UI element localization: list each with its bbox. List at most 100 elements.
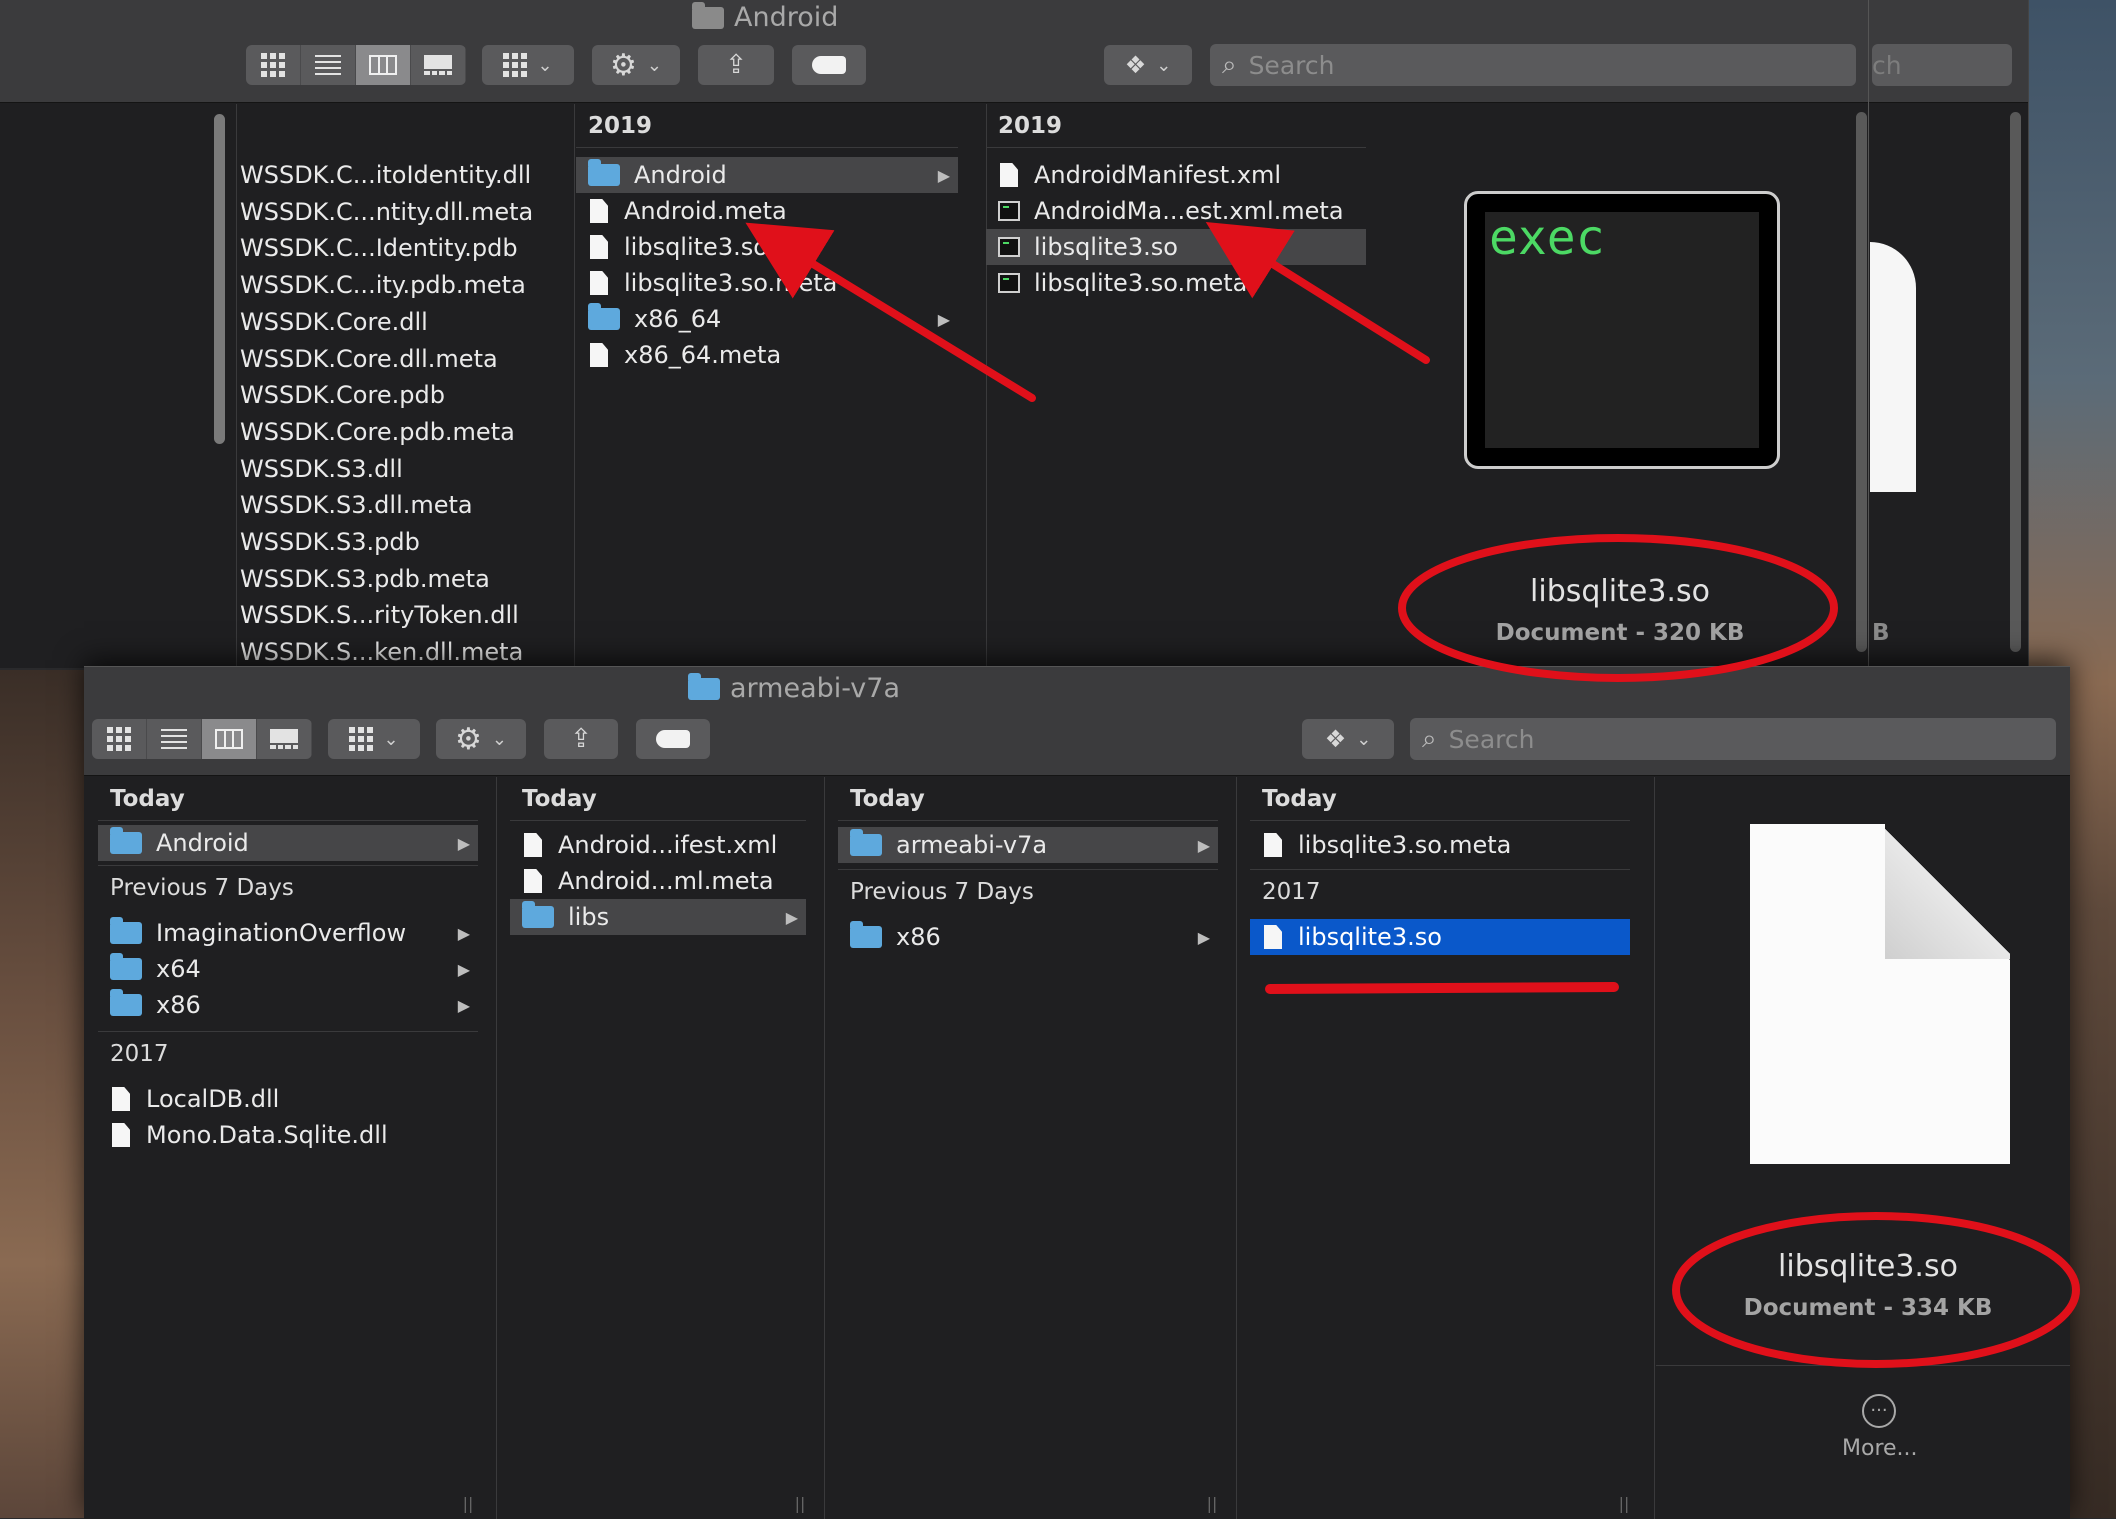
preview-scrollbar[interactable] bbox=[1856, 112, 1867, 652]
tags-button[interactable] bbox=[792, 45, 866, 85]
folder-row[interactable]: x86 ▶ bbox=[838, 919, 1218, 955]
document-icon bbox=[590, 235, 608, 259]
action-button[interactable]: ⚙ ⌄ bbox=[592, 45, 680, 85]
column-divider bbox=[574, 104, 575, 668]
folder-row[interactable]: Android ▶ bbox=[98, 825, 478, 861]
file-row[interactable]: WSSDK.Core.pdb bbox=[236, 377, 546, 413]
file-row[interactable]: libsqlite3.so.meta bbox=[1250, 827, 1630, 863]
file-row[interactable]: libsqlite3.so bbox=[986, 229, 1366, 265]
file-row[interactable]: WSSDK.C...itoIdentity.dll bbox=[236, 157, 546, 193]
file-row[interactable]: WSSDK.S3.pdb.meta bbox=[236, 561, 546, 597]
disclosure-arrow-icon: ▶ bbox=[457, 959, 470, 979]
column-2: 2019 Android ▶ Android.meta libsqlite3.so li… bbox=[576, 104, 958, 668]
file-row[interactable]: WSSDK.S...rityToken.dll bbox=[236, 597, 546, 633]
file-row[interactable]: WSSDK.S3.pdb bbox=[236, 524, 546, 560]
group-separator bbox=[98, 865, 478, 866]
group-separator bbox=[98, 1031, 478, 1032]
row-label: WSSDK.Core.pdb bbox=[240, 381, 445, 410]
file-row[interactable]: libsqlite3.so.meta bbox=[576, 265, 958, 301]
column-resize-handle[interactable]: || bbox=[462, 1494, 474, 1513]
background-document-preview bbox=[1870, 242, 1916, 492]
view-mode-segmented[interactable] bbox=[246, 45, 466, 85]
file-row[interactable]: WSSDK.S...ken.dll.meta bbox=[236, 634, 546, 668]
more-button[interactable]: ··· More... bbox=[1842, 1394, 1918, 1461]
folder-icon bbox=[110, 953, 142, 980]
file-row[interactable]: x86_64.meta bbox=[576, 337, 958, 373]
dropbox-button[interactable]: ❖ ⌄ bbox=[1104, 45, 1192, 85]
column-divider bbox=[1236, 777, 1237, 1519]
file-row[interactable]: Mono.Data.Sqlite.dll bbox=[98, 1117, 478, 1153]
folder-row[interactable]: libs ▶ bbox=[510, 899, 806, 935]
file-row[interactable]: libsqlite3.so bbox=[576, 229, 958, 265]
file-row[interactable]: Android...ml.meta bbox=[510, 863, 806, 899]
exec-preview-icon: exec bbox=[1464, 191, 1780, 469]
gallery-view-icon[interactable] bbox=[411, 45, 466, 85]
row-label: libsqlite3.so bbox=[624, 233, 768, 261]
file-row[interactable]: libsqlite3.so.meta bbox=[986, 265, 1366, 301]
file-row[interactable]: WSSDK.S3.dll.meta bbox=[236, 487, 546, 523]
document-icon bbox=[590, 343, 608, 367]
group-by-button[interactable]: ⌄ bbox=[328, 719, 420, 759]
file-row[interactable]: Android...ifest.xml bbox=[510, 827, 806, 863]
window-title-text: armeabi-v7a bbox=[730, 673, 900, 704]
gallery-view-icon[interactable] bbox=[257, 719, 312, 759]
folder-row[interactable]: Android ▶ bbox=[576, 157, 958, 193]
folder-row[interactable]: x86_64 ▶ bbox=[576, 301, 958, 337]
tags-button[interactable] bbox=[636, 719, 710, 759]
search-field[interactable]: ⌕ bbox=[1410, 718, 2056, 760]
file-row[interactable]: WSSDK.C...Identity.pdb bbox=[236, 230, 546, 266]
row-label: WSSDK.C...Identity.pdb bbox=[240, 234, 518, 263]
icon-view-icon[interactable] bbox=[92, 719, 147, 759]
file-row[interactable]: AndroidMa...est.xml.meta bbox=[986, 193, 1366, 229]
sidebar-scrollbar[interactable] bbox=[214, 114, 225, 444]
row-label: x86 bbox=[156, 991, 201, 1019]
row-label: libsqlite3.so.meta bbox=[1034, 269, 1248, 297]
folder-row[interactable]: armeabi-v7a ▶ bbox=[838, 827, 1218, 863]
file-row[interactable]: AndroidManifest.xml bbox=[986, 157, 1366, 193]
background-window-search: ch bbox=[1872, 44, 2012, 86]
folder-row[interactable]: x86 ▶ bbox=[98, 987, 478, 1023]
column-resize-handle[interactable]: || bbox=[794, 1494, 806, 1513]
preview-file-name: libsqlite3.so bbox=[1530, 574, 1710, 609]
folder-icon bbox=[110, 917, 142, 944]
column-resize-handle[interactable]: || bbox=[1206, 1494, 1218, 1513]
tag-icon bbox=[812, 56, 846, 74]
view-mode-segmented[interactable] bbox=[92, 719, 312, 759]
column-view-icon[interactable] bbox=[356, 45, 411, 85]
document-icon bbox=[524, 833, 542, 857]
file-row[interactable]: WSSDK.S3.dll bbox=[236, 451, 546, 487]
file-row[interactable]: WSSDK.Core.pdb.meta bbox=[236, 414, 546, 450]
exec-label: exec bbox=[1489, 210, 1605, 266]
search-input[interactable] bbox=[1246, 49, 1758, 81]
file-row[interactable]: WSSDK.C...ity.pdb.meta bbox=[236, 267, 546, 303]
share-button[interactable]: ⇪ bbox=[698, 45, 774, 85]
file-row[interactable]: WSSDK.C...ntity.dll.meta bbox=[236, 194, 546, 230]
folder-icon bbox=[850, 921, 882, 948]
group-by-icon bbox=[349, 727, 374, 751]
disclosure-arrow-icon: ▶ bbox=[937, 165, 950, 185]
column-view-icon[interactable] bbox=[202, 719, 257, 759]
action-button[interactable]: ⚙ ⌄ bbox=[436, 719, 526, 759]
file-row[interactable]: LocalDB.dll bbox=[98, 1081, 478, 1117]
file-row[interactable]: Android.meta bbox=[576, 193, 958, 229]
icon-view-icon[interactable] bbox=[246, 45, 301, 85]
folder-row[interactable]: x64 ▶ bbox=[98, 951, 478, 987]
row-label: WSSDK.Core.dll.meta bbox=[240, 344, 498, 373]
file-row[interactable]: WSSDK.Core.dll.meta bbox=[236, 341, 546, 377]
search-field[interactable]: ⌕ bbox=[1210, 44, 1856, 86]
file-row[interactable]: WSSDK.Core.dll bbox=[236, 304, 546, 340]
dropbox-button[interactable]: ❖ ⌄ bbox=[1302, 719, 1394, 759]
column-resize-handle[interactable]: || bbox=[1618, 1494, 1630, 1513]
folder-row[interactable]: ImaginationOverflow ▶ bbox=[98, 915, 478, 951]
more-label: More... bbox=[1842, 1436, 1918, 1461]
list-view-icon[interactable] bbox=[147, 719, 202, 759]
file-row[interactable]: libsqlite3.so bbox=[1250, 919, 1630, 955]
row-label: WSSDK.S3.pdb.meta bbox=[240, 564, 490, 593]
column-divider bbox=[496, 777, 497, 1519]
share-button[interactable]: ⇪ bbox=[544, 719, 618, 759]
group-label: 2017 bbox=[1262, 879, 1321, 905]
list-view-icon[interactable] bbox=[301, 45, 356, 85]
search-input[interactable] bbox=[1446, 723, 1958, 755]
group-by-button[interactable]: ⌄ bbox=[482, 45, 574, 85]
document-icon bbox=[112, 1087, 130, 1111]
